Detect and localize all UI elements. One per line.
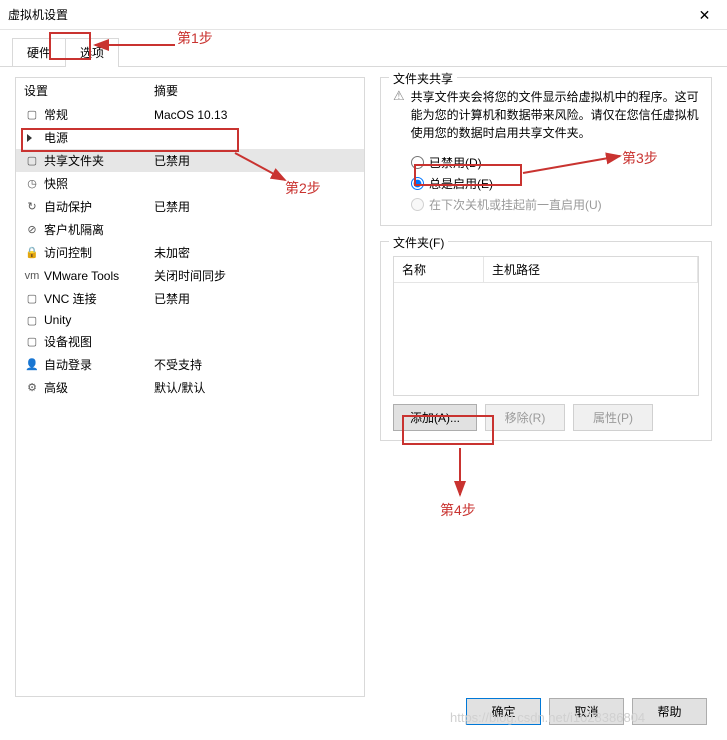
add-button[interactable]: 添加(A)... — [393, 404, 477, 431]
remove-button: 移除(R) — [485, 404, 565, 431]
settings-list: 设置 摘要 ▢常规MacOS 10.13电源▢共享文件夹已禁用◷快照↻自动保护已… — [15, 77, 365, 697]
tab-options[interactable]: 选项 — [65, 38, 119, 66]
sharing-info-text: 共享文件夹会将您的文件显示给虚拟机中的程序。这可能为您的计算机和数据带来风险。请… — [411, 88, 699, 142]
close-button[interactable]: ✕ — [682, 0, 727, 30]
annotation-step1: 第1步 — [177, 28, 213, 48]
properties-button: 属性(P) — [573, 404, 653, 431]
item-icon: ⊘ — [24, 223, 40, 237]
folders-table: 名称 主机路径 — [393, 256, 699, 396]
folder-sharing-group: 文件夹共享 ⚠ 共享文件夹会将您的文件显示给虚拟机中的程序。这可能为您的计算机和… — [380, 77, 712, 226]
radio-until-label: 在下次关机或挂起前一直启用(U) — [429, 196, 602, 213]
item-summary: 未加密 — [154, 244, 356, 261]
title-bar: 虚拟机设置 ✕ — [0, 0, 727, 30]
item-icon: ▢ — [24, 154, 40, 168]
list-item[interactable]: ▢ Unity — [16, 310, 364, 330]
annotation-step4: 第4步 — [440, 500, 476, 520]
item-name: 高级 — [44, 379, 154, 396]
list-item[interactable]: vm VMware Tools关闭时间同步 — [16, 264, 364, 287]
item-name: 共享文件夹 — [44, 152, 154, 169]
radio-always-enabled[interactable]: 总是启用(E) — [411, 173, 699, 194]
radio-always-label: 总是启用(E) — [429, 175, 493, 192]
item-icon: ↻ — [24, 200, 40, 214]
tab-hardware[interactable]: 硬件 — [12, 38, 66, 66]
item-name: 自动登录 — [44, 356, 154, 373]
list-item[interactable]: ⚙ 高级默认/默认 — [16, 376, 364, 399]
item-summary: 不受支持 — [154, 356, 356, 373]
list-item[interactable]: 🔒 访问控制未加密 — [16, 241, 364, 264]
header-summary: 摘要 — [154, 82, 356, 99]
item-name: VMware Tools — [44, 269, 154, 283]
folders-col-path: 主机路径 — [484, 257, 698, 282]
list-header: 设置 摘要 — [16, 78, 364, 103]
radio-disabled-input[interactable] — [411, 156, 424, 169]
item-summary: 关闭时间同步 — [154, 267, 356, 284]
item-summary: 默认/默认 — [154, 379, 356, 396]
warning-icon: ⚠ — [393, 88, 405, 104]
item-name: VNC 连接 — [44, 290, 154, 307]
tab-strip: 硬件 选项 — [0, 30, 727, 67]
list-item[interactable]: 👤 自动登录不受支持 — [16, 353, 364, 376]
item-summary: 已禁用 — [154, 290, 356, 307]
item-name: 电源 — [44, 129, 154, 146]
item-summary: MacOS 10.13 — [154, 108, 356, 122]
folders-col-name: 名称 — [394, 257, 484, 282]
radio-always-input[interactable] — [411, 177, 424, 190]
radio-until-shutdown: 在下次关机或挂起前一直启用(U) — [411, 194, 699, 215]
item-icon: ▢ — [24, 313, 40, 327]
list-item[interactable]: ▢ VNC 连接已禁用 — [16, 287, 364, 310]
radio-until-input — [411, 198, 424, 211]
item-icon: ▢ — [24, 292, 40, 306]
right-panel: 文件夹共享 ⚠ 共享文件夹会将您的文件显示给虚拟机中的程序。这可能为您的计算机和… — [380, 77, 712, 697]
list-item[interactable]: ↻ 自动保护已禁用 — [16, 195, 364, 218]
folder-sharing-legend: 文件夹共享 — [389, 70, 457, 87]
item-name: 客户机隔离 — [44, 221, 154, 238]
window-title: 虚拟机设置 — [8, 6, 68, 23]
item-icon: ▢ — [24, 335, 40, 349]
item-name: 访问控制 — [44, 244, 154, 261]
list-item[interactable]: ▢ 设备视图 — [16, 330, 364, 353]
item-name: 自动保护 — [44, 198, 154, 215]
header-setting: 设置 — [24, 82, 154, 99]
item-icon: ⚙ — [24, 381, 40, 395]
list-item[interactable]: ⊘ 客户机隔离 — [16, 218, 364, 241]
item-icon: 🔒 — [24, 246, 40, 260]
item-icon: 👤 — [24, 358, 40, 372]
item-name: Unity — [44, 313, 154, 327]
item-icon: vm — [24, 269, 40, 283]
item-name: 快照 — [44, 175, 154, 192]
list-item[interactable]: ▢ 共享文件夹已禁用 — [16, 149, 364, 172]
item-icon — [24, 131, 40, 145]
item-summary: 已禁用 — [154, 198, 356, 215]
radio-disabled-label: 已禁用(D) — [429, 154, 482, 171]
item-name: 设备视图 — [44, 333, 154, 350]
item-summary: 已禁用 — [154, 152, 356, 169]
list-item[interactable]: ▢ 常规MacOS 10.13 — [16, 103, 364, 126]
folders-group: 文件夹(F) 名称 主机路径 添加(A)... 移除(R) 属性(P) — [380, 241, 712, 441]
watermark: https://blog.csdn.net/i1028386804 — [450, 710, 645, 725]
item-name: 常规 — [44, 106, 154, 123]
item-icon: ◷ — [24, 177, 40, 191]
annotation-step2: 第2步 — [285, 178, 321, 198]
folders-legend: 文件夹(F) — [389, 234, 448, 251]
annotation-step3: 第3步 — [622, 148, 658, 168]
item-icon: ▢ — [24, 108, 40, 122]
list-item[interactable]: 电源 — [16, 126, 364, 149]
